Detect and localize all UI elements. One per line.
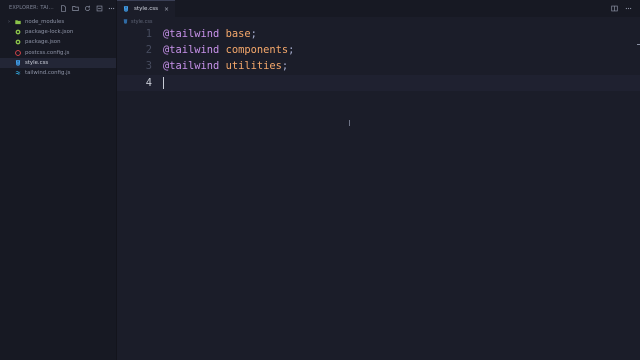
argument: components [225, 44, 289, 56]
postcss-icon [15, 49, 21, 56]
argument: base [225, 28, 251, 40]
code-line[interactable]: 2 @tailwind components; [117, 42, 640, 58]
tree-item-node-modules[interactable]: › node_modules [0, 17, 116, 27]
vscode-window: EXPLORER: TAI... › node_modules package-… [0, 0, 640, 360]
keyword: @tailwind [163, 28, 220, 40]
tree-item-label: package-lock.json [25, 29, 74, 36]
tree-item-label: tailwind.config.js [25, 70, 71, 77]
tab-style-css[interactable]: style.css × [117, 0, 175, 17]
punctuation: ; [250, 28, 257, 40]
explorer-title: EXPLORER: TAI... [9, 5, 54, 11]
new-file-icon[interactable] [60, 4, 67, 12]
npm-icon [15, 29, 21, 35]
tree-item-label: node_modules [25, 19, 65, 26]
tree-item-label: package.json [25, 39, 61, 46]
breadcrumb[interactable]: style.css [123, 17, 153, 26]
npm-icon [15, 39, 21, 45]
line-code: @tailwind base; [163, 28, 257, 40]
close-icon[interactable]: × [164, 6, 169, 13]
tabbar-actions [611, 0, 640, 17]
file-tree: › node_modules package-lock.json package… [0, 17, 116, 78]
split-editor-icon[interactable] [611, 5, 618, 12]
mouse-cursor [349, 120, 350, 126]
more-icon[interactable] [625, 5, 632, 12]
tree-item-postcss-config[interactable]: postcss.config.js [0, 48, 116, 58]
punctuation: ; [288, 44, 295, 56]
folder-icon [15, 19, 21, 25]
tailwind-icon [15, 70, 21, 76]
css-icon [123, 19, 128, 24]
breadcrumb-file[interactable]: style.css [131, 19, 153, 25]
keyword: @tailwind [163, 60, 220, 72]
code-line[interactable]: 3 @tailwind utilities; [117, 58, 640, 74]
line-number: 1 [145, 28, 152, 40]
tree-item-tailwind-config[interactable]: tailwind.config.js [0, 68, 116, 78]
code-line-current[interactable]: 4 [117, 75, 640, 91]
collapse-all-icon[interactable] [96, 5, 103, 12]
tab-label: style.css [134, 6, 159, 12]
tree-item-label: postcss.config.js [25, 49, 70, 56]
line-code: @tailwind utilities; [163, 60, 288, 72]
keyword: @tailwind [163, 44, 220, 56]
tree-item-package-json[interactable]: package.json [0, 37, 116, 47]
more-icon[interactable] [108, 5, 115, 12]
explorer-sidebar: EXPLORER: TAI... › node_modules package-… [0, 0, 117, 360]
css-icon [15, 60, 21, 66]
new-folder-icon[interactable] [72, 5, 79, 12]
code-editor[interactable]: 1 @tailwind base; 2 @tailwind components… [117, 26, 640, 360]
punctuation: ; [281, 60, 289, 72]
css-icon [123, 6, 129, 12]
line-code: @tailwind components; [163, 44, 294, 56]
tree-item-package-lock[interactable]: package-lock.json [0, 27, 116, 37]
explorer-header: EXPLORER: TAI... [0, 0, 116, 16]
argument: utilities [225, 60, 282, 72]
tree-item-style-css[interactable]: style.css [0, 57, 116, 68]
line-number: 2 [145, 44, 152, 56]
tree-item-label: style.css [25, 59, 49, 66]
chevron-right-icon[interactable]: › [8, 19, 14, 25]
editor-tabbar: style.css × [117, 0, 640, 17]
line-number: 4 [145, 77, 152, 89]
code-line[interactable]: 1 @tailwind base; [117, 26, 640, 42]
refresh-icon[interactable] [84, 5, 91, 12]
explorer-actions [60, 4, 115, 12]
text-cursor [163, 77, 164, 89]
line-number: 3 [145, 60, 152, 72]
